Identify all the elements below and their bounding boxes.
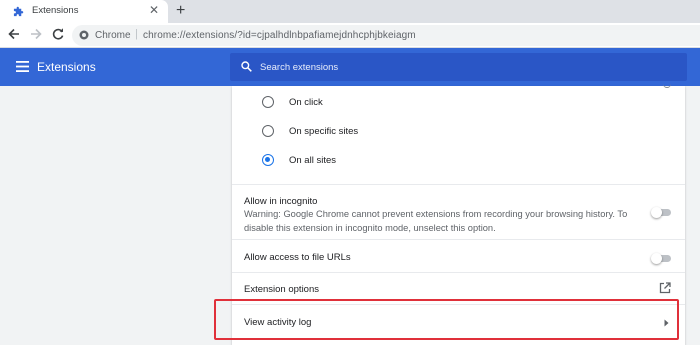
extension-options-title: Extension options (244, 284, 319, 295)
close-tab-icon[interactable]: ✕ (149, 3, 159, 17)
radio-button-selected[interactable] (262, 154, 274, 166)
radio-label: On all sites (289, 155, 336, 166)
radio-label: On click (289, 97, 323, 108)
puzzle-piece-icon (13, 6, 24, 17)
tab-strip: Extensions ✕ + (0, 0, 700, 23)
incognito-title: Allow in incognito (244, 196, 318, 207)
url-text: chrome://extensions/?id=cjpalhdlnbpafiam… (143, 30, 416, 41)
radio-label: On specific sites (289, 126, 359, 137)
chevron-right-icon (664, 319, 669, 327)
collapsed-control-edge (663, 84, 671, 88)
radio-button[interactable] (262, 96, 274, 108)
new-tab-button[interactable]: + (176, 2, 185, 20)
menu-icon[interactable] (16, 61, 29, 72)
back-arrow-icon[interactable] (7, 27, 21, 41)
incognito-warning: Warning: Google Chrome cannot prevent ex… (244, 209, 628, 233)
toggle-knob (651, 253, 662, 264)
file-urls-title: Allow access to file URLs (244, 252, 351, 263)
search-box[interactable] (230, 53, 687, 81)
search-input[interactable] (260, 59, 660, 75)
search-icon (241, 61, 252, 72)
file-urls-toggle[interactable] (651, 253, 673, 264)
tab-title: Extensions (32, 5, 79, 16)
radio-button[interactable] (262, 125, 274, 137)
extension-details-card: On click On specific sites On all sites … (232, 86, 685, 345)
activity-log-title: View activity log (244, 317, 312, 328)
browser-toolbar: Chrome | chrome://extensions/?id=cjpalhd… (0, 23, 700, 48)
reload-icon[interactable] (51, 27, 65, 41)
toggle-knob (651, 207, 662, 218)
page-title: Extensions (37, 60, 96, 74)
incognito-toggle[interactable] (651, 207, 673, 218)
address-bar[interactable]: Chrome | chrome://extensions/?id=cjpalhd… (72, 25, 700, 46)
divider (232, 304, 685, 305)
page-scrollbar[interactable] (688, 86, 700, 345)
divider (232, 272, 685, 273)
tab-extensions[interactable]: Extensions ✕ (0, 0, 168, 23)
forward-arrow-icon[interactable] (29, 27, 43, 41)
divider (232, 239, 685, 240)
chrome-site-icon (79, 30, 89, 40)
extensions-header: Extensions (0, 48, 700, 86)
divider (232, 184, 685, 185)
view-activity-log-row[interactable]: View activity log (232, 308, 685, 338)
open-in-new-icon[interactable] (659, 282, 671, 294)
url-separator: | (135, 28, 138, 40)
origin-label: Chrome (95, 30, 131, 41)
